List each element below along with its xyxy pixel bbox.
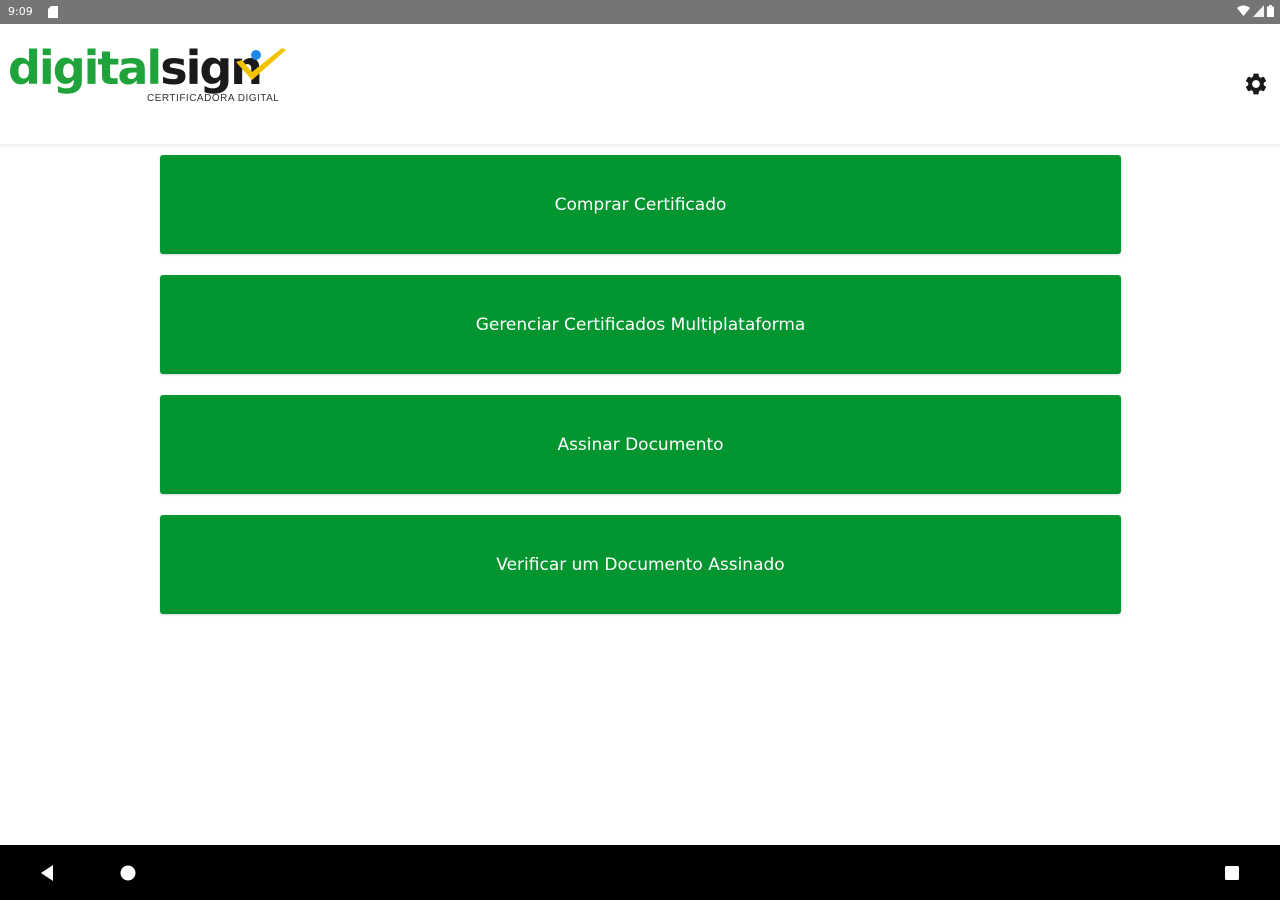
action-list: Comprar Certificado Gerenciar Certificad…	[160, 155, 1121, 635]
gear-icon	[1245, 73, 1267, 95]
comprar-certificado-button[interactable]: Comprar Certificado	[160, 155, 1121, 254]
gerenciar-certificados-button[interactable]: Gerenciar Certificados Multiplataforma	[160, 275, 1121, 374]
app-bar: digitalsign CERTIFICADORA DIGITAL	[0, 24, 1280, 144]
recents-icon[interactable]	[1224, 865, 1240, 881]
wifi-icon	[1237, 5, 1250, 16]
logo-wordmark: digitalsign	[8, 41, 263, 95]
verificar-documento-label: Verificar um Documento Assinado	[496, 554, 785, 575]
settings-button[interactable]	[1242, 70, 1270, 98]
status-time: 9:09	[8, 5, 33, 18]
logo-check-icon	[236, 48, 286, 80]
digitalsign-logo: digitalsign CERTIFICADORA DIGITAL	[8, 42, 298, 114]
logo-subtitle: CERTIFICADORA DIGITAL	[147, 93, 280, 104]
gerenciar-certificados-label: Gerenciar Certificados Multiplataforma	[475, 314, 806, 335]
battery-icon	[1267, 5, 1274, 17]
status-bar: 9:09	[0, 0, 1280, 24]
signal-icon	[1253, 5, 1264, 17]
assinar-documento-label: Assinar Documento	[557, 434, 724, 455]
home-icon[interactable]	[119, 864, 137, 882]
sd-card-icon	[48, 6, 58, 18]
comprar-certificado-label: Comprar Certificado	[554, 194, 727, 215]
back-icon[interactable]	[38, 864, 56, 882]
status-icons	[1237, 5, 1274, 17]
logo-text-digital: digital	[8, 41, 162, 95]
verificar-documento-button[interactable]: Verificar um Documento Assinado	[160, 515, 1121, 614]
navigation-bar	[0, 845, 1280, 900]
assinar-documento-button[interactable]: Assinar Documento	[160, 395, 1121, 494]
